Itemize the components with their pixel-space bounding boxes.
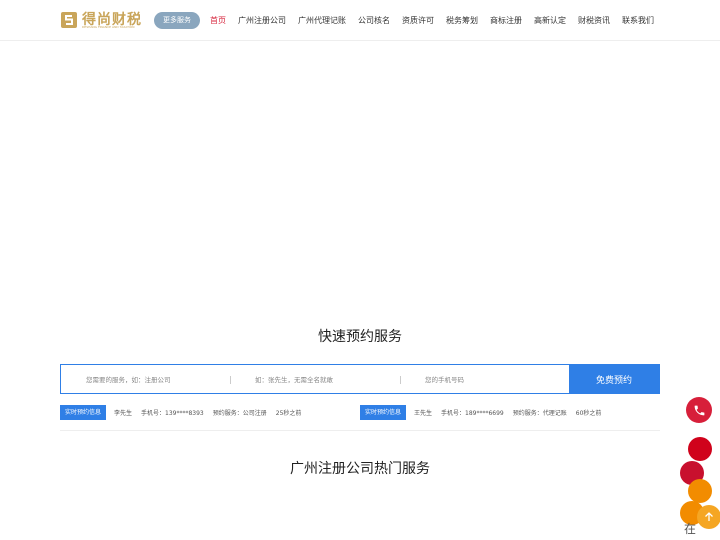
nav-item-home[interactable]: 首页 xyxy=(210,15,226,26)
ticker-time: 25秒之前 xyxy=(275,410,302,417)
nav-item-name-check[interactable]: 公司核名 xyxy=(358,15,390,26)
field-divider xyxy=(400,376,401,384)
ticker-service: 预约服务：公司注册 xyxy=(212,410,267,417)
live-tag: 实时预约信息 xyxy=(360,405,407,420)
free-booking-button[interactable]: 免费预约 xyxy=(569,365,659,393)
site-header: 得尚财税 DESHANG FINANCE AND TAXATION 更多服务 首… xyxy=(0,0,720,41)
ticker-phone: 手机号：139****8393 xyxy=(141,410,204,417)
more-services-button[interactable]: 更多服务 xyxy=(154,12,200,29)
logo-subtitle: DESHANG FINANCE AND TAXATION xyxy=(82,25,135,29)
nav-item-qualification[interactable]: 资质许可 xyxy=(402,15,434,26)
ticker-name: 李先生 xyxy=(114,410,133,417)
phone-icon xyxy=(694,405,704,415)
booking-form: 免费预约 xyxy=(60,364,660,395)
logo-mark-icon xyxy=(61,12,77,28)
float-widget-red[interactable] xyxy=(688,437,712,461)
name-input[interactable] xyxy=(255,365,397,395)
live-booking-ticker-left: 实时预约信息 李先生 手机号：139****8393 预约服务：公司注册 25秒… xyxy=(60,405,310,420)
nav-item-news[interactable]: 财税资讯 xyxy=(578,15,610,26)
ticker-service: 预约服务：代理记账 xyxy=(512,410,567,417)
ticker-time: 60秒之前 xyxy=(575,410,602,417)
hot-services-title: 广州注册公司热门服务 xyxy=(290,461,430,477)
back-to-top-button[interactable] xyxy=(697,505,720,529)
service-input[interactable] xyxy=(86,365,228,395)
nav-item-tax-planning[interactable]: 税务筹划 xyxy=(446,15,478,26)
phone-input[interactable] xyxy=(425,365,567,395)
live-booking-ticker-right: 实时预约信息 王先生 手机号：189****6699 预约服务：代理记账 60秒… xyxy=(360,405,610,420)
site-logo[interactable]: 得尚财税 DESHANG FINANCE AND TAXATION xyxy=(60,10,142,30)
nav-item-register-company[interactable]: 广州注册公司 xyxy=(238,15,286,26)
nav-item-trademark[interactable]: 商标注册 xyxy=(490,15,522,26)
float-widget-orange[interactable] xyxy=(688,479,712,503)
section-divider xyxy=(60,430,660,431)
nav-item-hitech[interactable]: 高新认定 xyxy=(534,15,566,26)
main-nav: 首页 广州注册公司 广州代理记账 公司核名 资质许可 税务筹划 商标注册 高新认… xyxy=(210,0,654,40)
corner-text: 在 xyxy=(684,522,697,536)
ticker-name: 王先生 xyxy=(414,410,433,417)
booking-title: 快速预约服务 xyxy=(318,329,402,345)
field-divider xyxy=(230,376,231,384)
nav-item-contact[interactable]: 联系我们 xyxy=(622,15,654,26)
ticker-phone: 手机号：189****6699 xyxy=(441,410,504,417)
nav-item-bookkeeping[interactable]: 广州代理记账 xyxy=(298,15,346,26)
float-phone-button[interactable] xyxy=(686,397,712,423)
live-tag: 实时预约信息 xyxy=(60,405,107,420)
arrow-up-icon xyxy=(705,512,713,521)
